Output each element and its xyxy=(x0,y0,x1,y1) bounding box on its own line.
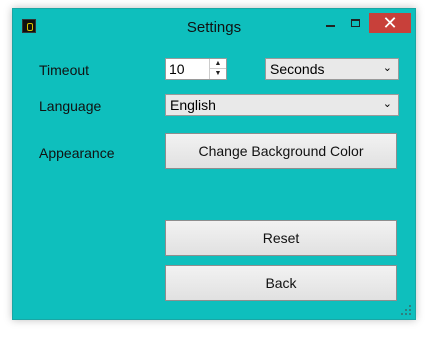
language-label: Language xyxy=(39,98,102,114)
timeout-value[interactable]: 10 xyxy=(169,61,185,77)
change-background-color-button[interactable]: Change Background Color xyxy=(165,133,397,169)
timeout-label: Timeout xyxy=(39,62,90,78)
language-value: English xyxy=(170,97,216,113)
timeout-units-select[interactable]: Seconds ⌄ xyxy=(265,58,399,80)
minimize-icon xyxy=(325,25,335,27)
chevron-up-icon[interactable]: ▲ xyxy=(210,59,226,69)
timeout-stepper[interactable]: 10 ▲ ▼ xyxy=(165,58,227,80)
minimize-button[interactable] xyxy=(319,13,341,33)
settings-window: Settings ✕ Timeout 10 ▲ ▼ Seconds ⌄ Lang… xyxy=(12,8,416,320)
chevron-down-icon[interactable]: ▼ xyxy=(210,69,226,79)
timeout-units-value: Seconds xyxy=(270,61,325,77)
chevron-down-icon: ⌄ xyxy=(382,62,392,74)
language-select[interactable]: English ⌄ xyxy=(165,94,399,116)
appearance-label: Appearance xyxy=(39,145,115,161)
stepper-buttons: ▲ ▼ xyxy=(209,59,226,79)
maximize-icon xyxy=(350,19,360,27)
title-bar[interactable]: Settings ✕ xyxy=(13,9,415,41)
chevron-down-icon: ⌄ xyxy=(382,98,392,110)
back-button[interactable]: Back xyxy=(165,265,397,301)
resize-grip-icon[interactable] xyxy=(401,305,411,315)
maximize-button[interactable] xyxy=(344,13,366,33)
close-button[interactable]: ✕ xyxy=(369,13,411,33)
close-icon: ✕ xyxy=(382,13,398,33)
reset-button[interactable]: Reset xyxy=(165,220,397,256)
